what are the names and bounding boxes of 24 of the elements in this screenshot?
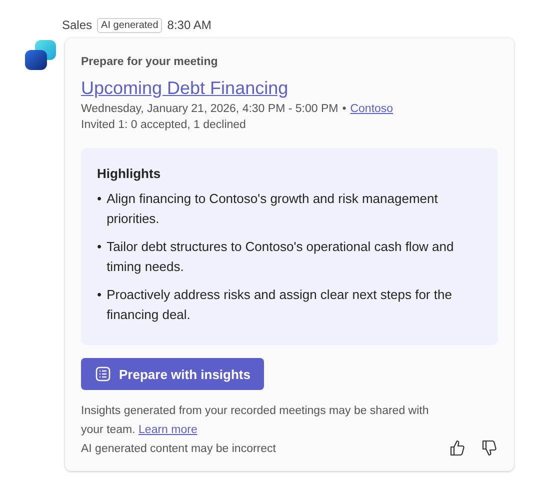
thumbs-up-icon[interactable] [448,439,466,457]
highlight-text: Proactively address risks and assign clear next steps for the financing deal. [106,286,453,324]
separator-dot: • [342,103,346,115]
meeting-time: Wednesday, January 21, 2026, 4:30 PM - 5:00 PM [81,103,338,115]
highlights-title: Highlights [97,166,162,181]
organization-link[interactable]: Contoso [350,103,394,115]
message-time: 8:30 AM [167,18,212,32]
highlight-text: Tailor debt structures to Contoso's operational cash flow and timing needs. [106,238,455,276]
list-icon [95,366,111,382]
thumbs-down-icon[interactable] [480,439,498,457]
card-heading: Prepare for your meeting [81,56,219,68]
prepare-button[interactable]: Prepare with insights [81,358,264,390]
highlight-text: Align financing to Contoso's growth and risk management priorities. [106,190,439,228]
learn-more-link[interactable]: Learn more [138,424,198,436]
meeting-title-link[interactable]: Upcoming Debt Financing [81,78,288,99]
privacy-notice: Insights generated from your recorded meetings may be shared with your team. Learn more [81,404,430,438]
ai-disclaimer: AI generated content may be incorrect [81,442,277,457]
sender-name: Sales [62,18,92,32]
app-logo-icon [23,38,57,72]
ai-generated-badge: AI generated [97,18,162,32]
invite-status: Invited 1: 0 accepted, 1 declined [81,119,247,131]
bullet: • [97,238,102,256]
bullet: • [97,190,102,208]
bullet: • [97,286,102,304]
